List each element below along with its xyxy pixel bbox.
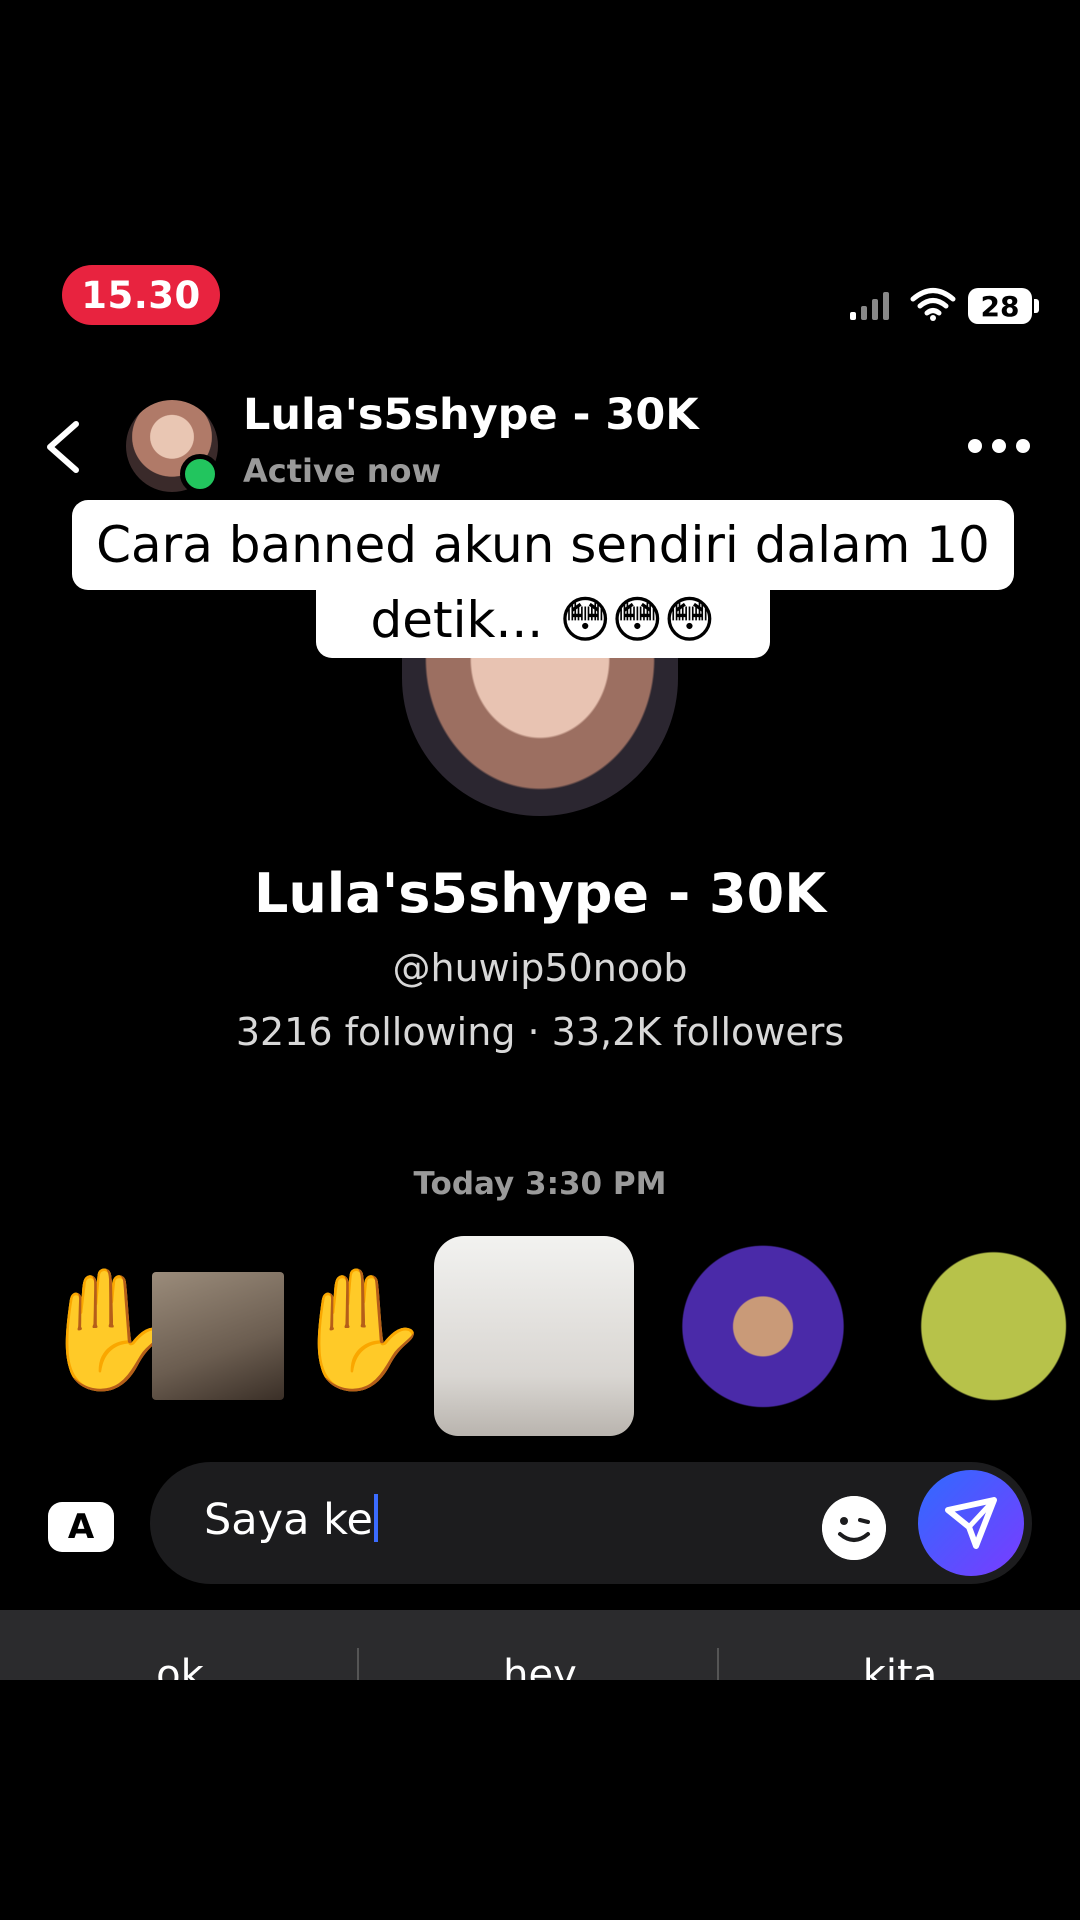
dot-icon (1016, 439, 1030, 453)
suggestion-item[interactable]: kita (720, 1652, 1080, 1680)
send-icon (945, 1497, 997, 1549)
more-options-button[interactable] (968, 436, 1030, 456)
suggestion-divider (357, 1648, 359, 1680)
caption-line-2: detik... 😳😳😳 (316, 582, 770, 658)
profile-handle: @huwip50noob (392, 946, 688, 990)
online-status-dot (180, 454, 220, 494)
caption-line-1: Cara banned akun sendiri dalam 10 (72, 500, 1014, 590)
profile-follow-stats: 3216 following · 33,2K followers (235, 1010, 845, 1054)
time-pill: 15.30 (62, 265, 220, 325)
battery-indicator: 28 (968, 288, 1032, 324)
cat-face-sticker (152, 1272, 284, 1400)
wifi-icon (910, 288, 956, 321)
header-contact-name[interactable]: Lula's5shype - 30K (243, 390, 699, 440)
message-input-text[interactable]: Saya ke (204, 1494, 378, 1545)
white-cat-sticker (434, 1236, 634, 1436)
sticker-emoji-icon[interactable] (822, 1496, 886, 1560)
fish-cartoon-sticker (888, 1238, 1080, 1434)
cellular-signal-icon (850, 292, 889, 320)
dot-icon (968, 439, 982, 453)
raised-hand-sticker: ✋ (286, 1260, 433, 1398)
text-cursor (373, 1494, 378, 1542)
hedgehog-meme-sticker (668, 1240, 858, 1420)
message-timestamp: Today 3:30 PM (413, 1166, 667, 1202)
header-active-status: Active now (243, 452, 442, 490)
battery-tip (1034, 299, 1039, 313)
keyboard-suggestion-bar: ok hey kita (0, 1610, 1080, 1680)
dot-icon (992, 439, 1006, 453)
send-button[interactable] (918, 1470, 1024, 1576)
profile-name: Lula's5shype - 30K (253, 862, 827, 925)
suggestion-item[interactable]: hey (360, 1652, 720, 1680)
suggestion-divider (717, 1648, 719, 1680)
suggestion-item[interactable]: ok (0, 1652, 360, 1680)
back-icon[interactable] (40, 418, 86, 476)
keyboard-toggle-button[interactable]: A (48, 1502, 114, 1552)
